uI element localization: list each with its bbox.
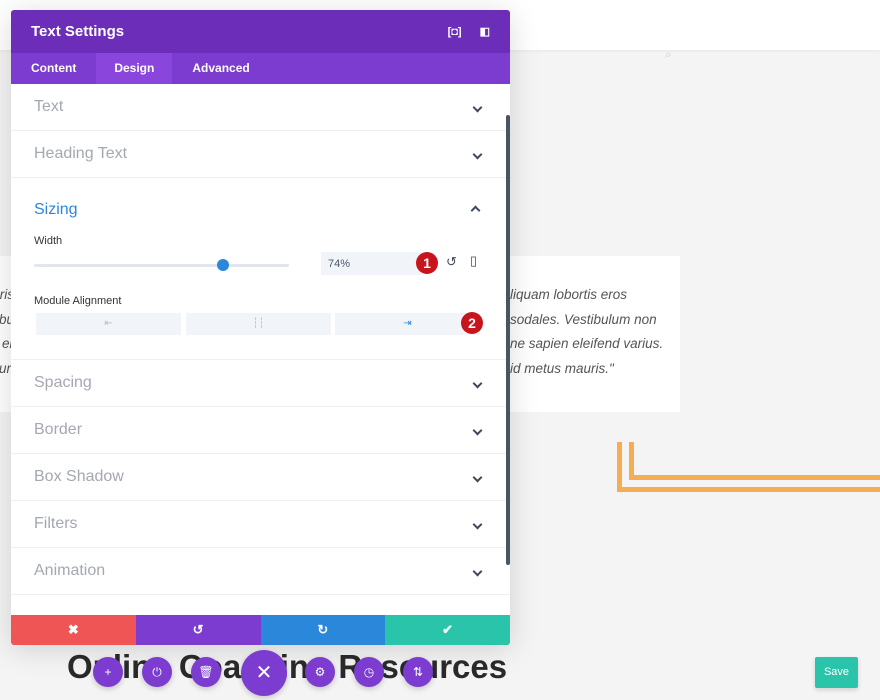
close-icon[interactable]: ✕ [241, 650, 287, 696]
annotation-badge-2: 2 [461, 312, 483, 334]
section-label[interactable]: Sizing [34, 201, 78, 219]
section-border[interactable]: Border [11, 407, 510, 454]
reset-icon[interactable]: ↺ [446, 254, 457, 270]
redo-button[interactable]: ↻ [260, 615, 386, 645]
section-text[interactable]: Text [11, 84, 510, 131]
chevron-down-icon [472, 102, 483, 112]
align-center-button[interactable]: ┆┆ [186, 313, 331, 335]
chevron-down-icon [472, 425, 483, 435]
section-heading: Online Coaching Resources [67, 648, 508, 685]
cancel-button[interactable]: ✖ [11, 615, 136, 645]
width-input[interactable]: 74% [321, 252, 421, 275]
width-slider-track[interactable] [34, 264, 289, 267]
section-label: Heading Text [34, 145, 128, 162]
width-slider-handle[interactable] [216, 259, 229, 271]
section-box-shadow[interactable]: Box Shadow [11, 454, 510, 501]
tab-content[interactable]: Content [11, 53, 96, 84]
sidebar-toggle-icon[interactable]: ◧ [480, 25, 490, 38]
decorative-line-inner [629, 442, 880, 480]
chevron-down-icon [472, 519, 483, 529]
align-right-button[interactable]: ⇥ [335, 313, 480, 335]
width-label: Width [34, 235, 63, 247]
modal-header: Text Settings [◘] ◧ [11, 10, 510, 53]
section-label: Animation [34, 562, 106, 579]
tab-design[interactable]: Design [96, 53, 173, 84]
settings-icon[interactable]: ⚙ [305, 657, 335, 687]
chevron-down-icon [472, 566, 483, 576]
annotation-badge-1: 1 [416, 252, 438, 274]
responsive-phone-icon[interactable]: ▯ [470, 253, 477, 269]
section-filters[interactable]: Filters [11, 501, 510, 548]
save-button[interactable]: Save [815, 657, 858, 688]
save-changes-button[interactable]: ✔ [385, 615, 510, 645]
section-sizing: Sizing Width 74% 1 ↺ ▯ Module Alignment … [11, 178, 510, 360]
chevron-down-icon [472, 378, 483, 388]
tab-advanced[interactable]: Advanced [172, 53, 269, 84]
module-alignment-label: Module Alignment [34, 295, 122, 307]
history-icon[interactable]: ◷ [354, 657, 384, 687]
quote-line: liquam lobortis eros [510, 287, 628, 302]
chevron-down-icon [472, 472, 483, 482]
sort-icon[interactable]: ⇅ [403, 657, 433, 687]
section-animation[interactable]: Animation [11, 548, 510, 595]
section-label: Box Shadow [34, 468, 124, 485]
modal-tabs: Content Design Advanced [11, 53, 510, 84]
section-label: Filters [34, 515, 78, 532]
trash-icon[interactable]: 🗑 [191, 657, 221, 687]
section-label: Spacing [34, 374, 92, 391]
section-label: Text [34, 98, 64, 115]
text-settings-modal: Text Settings [◘] ◧ Content Design Advan… [11, 10, 510, 645]
chevron-up-icon[interactable] [470, 205, 481, 216]
section-heading-text[interactable]: Heading Text [11, 131, 510, 178]
undo-button[interactable]: ↺ [135, 615, 261, 645]
modal-footer: ✖ ↺ ↻ ✔ [11, 615, 510, 645]
quote-line: ne sapien eleifend varius. [510, 336, 664, 351]
section-label: Border [34, 421, 83, 438]
search-icon[interactable]: ⌕ [665, 47, 672, 62]
fullscreen-icon[interactable]: [◘] [448, 26, 462, 38]
modal-title: Text Settings [31, 23, 125, 40]
add-icon[interactable]: + [93, 657, 123, 687]
quote-line: sodales. Vestibulum non [510, 311, 657, 327]
section-spacing[interactable]: Spacing [11, 360, 510, 407]
quote-line: id metus mauris." [510, 360, 614, 376]
chevron-down-icon [472, 149, 483, 159]
quote-right-fragment: liquam lobortis eros sodales. Vestibulum… [510, 283, 663, 381]
power-icon[interactable]: ⏻ [142, 657, 172, 687]
align-left-button[interactable]: ⇤ [36, 313, 181, 335]
scrollbar[interactable] [506, 115, 510, 565]
